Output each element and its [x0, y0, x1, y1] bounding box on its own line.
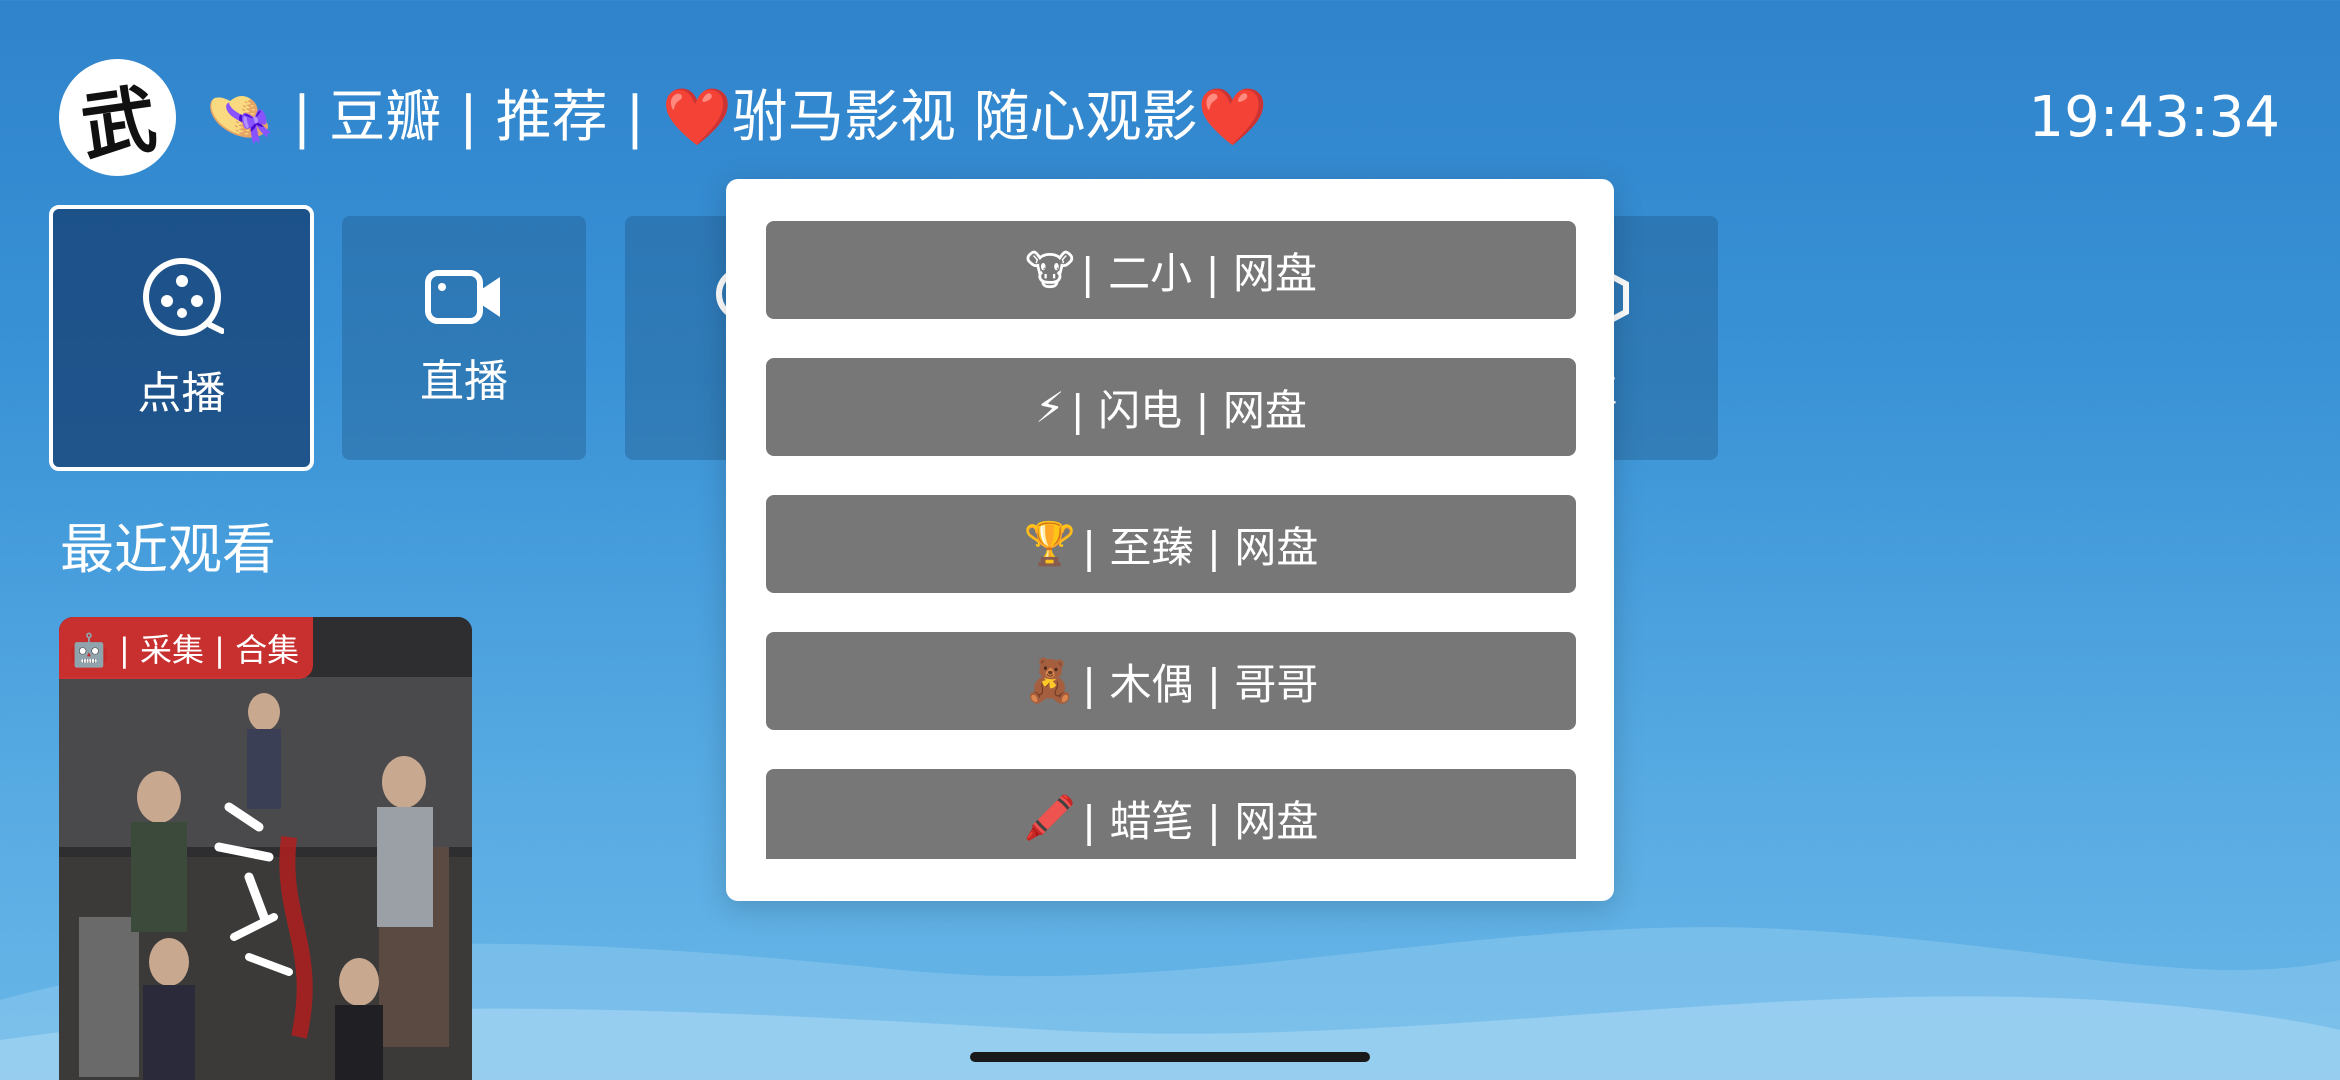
source-item-labi[interactable]: 🖍️ | 蜡笔 | 网盘 [766, 769, 1576, 859]
crayon-icon: 🖍️ [1023, 793, 1076, 842]
source-item-muou[interactable]: 🧸 | 木偶 | 哥哥 [766, 632, 1576, 730]
cow-icon: 🐮 [1024, 245, 1075, 295]
source-select-popup: 🐮 | 二小 | 网盘 ⚡ | 闪电 | 网盘 🏆 | 至臻 | 网盘 🧸 | … [726, 179, 1614, 901]
source-item-shandian[interactable]: ⚡ | 闪电 | 网盘 [766, 358, 1576, 456]
recent-item-card[interactable]: 🤖 | 采集 | 合集 [59, 617, 472, 1080]
movie-poster [59, 617, 472, 1080]
avatar[interactable]: 武 [59, 59, 176, 176]
tab-vod[interactable]: 点播 [49, 205, 314, 471]
source-list[interactable]: 🐮 | 二小 | 网盘 ⚡ | 闪电 | 网盘 🏆 | 至臻 | 网盘 🧸 | … [766, 221, 1576, 859]
source-item-zhizhen[interactable]: 🏆 | 至臻 | 网盘 [766, 495, 1576, 593]
tab-vod-label: 点播 [137, 368, 226, 419]
tab-live-label: 直播 [420, 356, 508, 407]
recent-section-title: 最近观看 [60, 518, 276, 581]
header: 武 👒 | 豆瓣 | 推荐 | ❤️驸马影视 随心观影❤️ 19:43:34 [0, 0, 2340, 200]
teddy-bear-icon: 🧸 [1023, 656, 1076, 705]
source-item-label: | 二小 | 网盘 [1080, 248, 1318, 298]
video-camera-icon [425, 270, 500, 324]
trophy-icon: 🏆 [1023, 519, 1076, 568]
source-badge: 🤖 | 采集 | 合集 [59, 617, 314, 679]
tab-live[interactable]: 直播 [342, 216, 586, 460]
home-indicator[interactable] [970, 1052, 1370, 1062]
avatar-logo-char: 武 [75, 76, 162, 172]
lightning-icon: ⚡ [1035, 382, 1065, 432]
source-item-label: | 木偶 | 哥哥 [1081, 659, 1319, 709]
source-item-erxiao[interactable]: 🐮 | 二小 | 网盘 [766, 221, 1576, 319]
film-reel-icon [142, 258, 224, 336]
source-item-label: | 至臻 | 网盘 [1081, 522, 1319, 572]
clock: 19:43:34 [2028, 85, 2280, 150]
source-item-label: | 蜡笔 | 网盘 [1081, 796, 1319, 846]
app-title: 👒 | 豆瓣 | 推荐 | ❤️驸马影视 随心观影❤️ [205, 85, 1268, 150]
source-item-label: | 闪电 | 网盘 [1070, 385, 1307, 435]
